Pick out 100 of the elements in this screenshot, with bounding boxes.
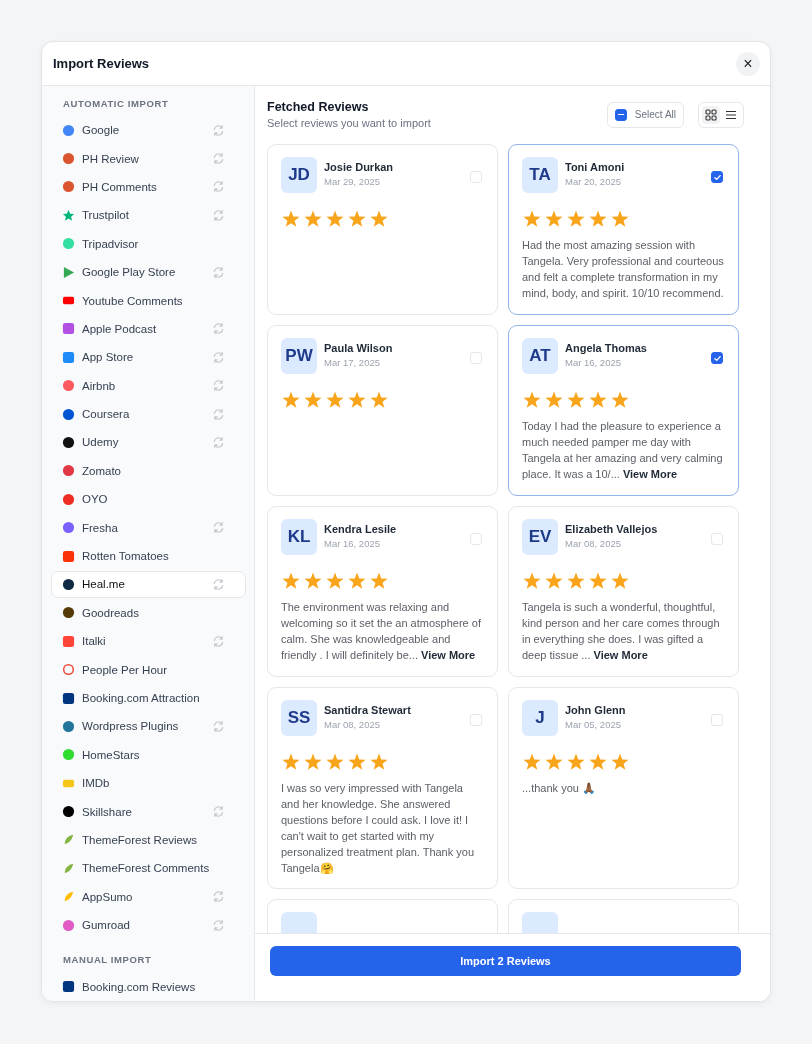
sidebar-item[interactable]: Gumroad (51, 911, 246, 939)
dot-icon (62, 748, 75, 762)
grid-view-button[interactable] (702, 105, 720, 124)
sync-icon[interactable] (212, 634, 225, 648)
sidebar-item[interactable]: Youtube Comments (51, 287, 246, 314)
star-icon (325, 390, 345, 410)
sidebar-item[interactable]: Rotten Tomatoes (51, 542, 246, 570)
close-button[interactable]: × (736, 51, 760, 76)
sync-icon[interactable] (212, 379, 225, 393)
sidebar-item[interactable]: Trustpilot (51, 202, 246, 229)
review-date: Mar 20, 2025 (565, 176, 622, 187)
sidebar-item[interactable]: Goodreads (51, 599, 246, 627)
star-icon (281, 571, 301, 591)
sync-icon[interactable] (212, 208, 225, 222)
review-card[interactable] (267, 687, 498, 889)
review-date: Mar 17, 2025 (324, 357, 381, 368)
sidebar-item[interactable]: Zomato (51, 457, 246, 485)
star-icon (325, 209, 345, 229)
sidebar-item[interactable]: AppSumo (51, 883, 246, 910)
review-text: ...thank you 🙏🏾 (522, 781, 597, 796)
sidebar-item[interactable]: Apple Podcast (51, 315, 246, 343)
sync-icon[interactable] (212, 436, 225, 449)
avatar: AT (522, 338, 558, 374)
sidebar-item[interactable]: PH Review (51, 145, 246, 172)
checkbox[interactable] (711, 171, 723, 183)
checkbox[interactable] (711, 352, 723, 364)
sync-icon[interactable] (212, 180, 225, 194)
sidebar-item[interactable]: HomeStars (51, 741, 246, 768)
sync-icon[interactable] (212, 322, 225, 336)
sidebar-item[interactable]: Heal.me (51, 571, 246, 598)
avatar: SS (281, 700, 317, 736)
star-icon (369, 390, 389, 410)
sidebar-item[interactable]: IMDb (51, 770, 246, 797)
view-more-link[interactable]: View More (421, 649, 476, 661)
reviewer-name: Josie Durkan (324, 161, 395, 173)
sync-icon[interactable] (212, 719, 225, 733)
sidebar-item[interactable]: Udemy (51, 429, 246, 456)
sidebar-item[interactable]: Wordpress Plugins (51, 713, 246, 740)
sync-icon[interactable] (212, 152, 225, 166)
sidebar-item[interactable]: OYO (51, 486, 246, 513)
sidebar-item[interactable]: PH Comments (51, 173, 246, 201)
sidebar-item[interactable]: Google Play Store (51, 258, 246, 286)
view-more-link[interactable]: View More (622, 468, 678, 480)
sidebar-item[interactable]: Italki (51, 628, 246, 655)
reviewer-name: Toni Amoni (565, 161, 626, 173)
dialog-title: Import Reviews (53, 56, 150, 71)
star-icon (303, 209, 323, 229)
review-card[interactable]: EV Elizabeth Vallejos Mar 08, 2025 Tangela is such a wonderful, thoughtful, kind person and her care comes through in everything she does. I was gifted a deep tissue ... View More (508, 506, 739, 677)
review-text: Tangela is such a wonderful, thoughtful, kind person and her care comes through in everything she does. I was gifted a deep tissue ... View More (522, 600, 721, 663)
star-icon (588, 390, 608, 410)
reviewer-name: Angela Thomas (565, 342, 648, 354)
star-icon (325, 571, 345, 591)
sync-icon[interactable] (212, 123, 225, 137)
avatar: JD (281, 157, 317, 193)
star-icon (566, 209, 586, 229)
star-icon (610, 571, 630, 591)
sync-icon[interactable] (212, 577, 225, 591)
avatar: J (522, 700, 558, 736)
sidebar-item[interactable]: Airbnb (51, 372, 246, 399)
sidebar-item[interactable]: Fresha (51, 514, 246, 541)
review-card[interactable]: AT Angela Thomas Mar 16, 2025 Today I had the pleasure to experience a much needed pamper me day with Tangela at her amazing and very calming place. It was a 10/... View More (508, 325, 739, 496)
dot-icon (62, 436, 75, 449)
avatar: KL (281, 519, 317, 555)
sidebar-item[interactable]: ThemeForest Comments (51, 855, 246, 882)
sidebar-item[interactable]: People Per Hour (51, 656, 246, 683)
checkmark-icon (712, 172, 722, 182)
star-icon (303, 752, 323, 772)
sync-icon[interactable] (212, 407, 225, 421)
sidebar-item[interactable]: App Store (51, 344, 246, 371)
sync-icon[interactable] (212, 350, 225, 364)
star-icon (369, 752, 389, 772)
select-all-button[interactable]: Select All (606, 101, 684, 128)
sidebar-item[interactable]: Booking.com Attraction (51, 684, 246, 712)
view-more-link[interactable]: View More (593, 649, 648, 661)
sidebar-item[interactable]: Google (51, 117, 246, 144)
dot-icon (62, 237, 75, 251)
checkmark-icon (712, 353, 722, 363)
star-icon (347, 209, 367, 229)
review-card[interactable]: KL Kendra Lesile Mar 16, 2025 The environment was relaxing and welcoming so it set the an atmosphere of calm. She was knowledgeable and friendly . I will definitely be... View More (267, 506, 498, 677)
review-card[interactable]: PW Paula Wilson Mar 17, 2025 (267, 325, 498, 496)
review-card[interactable]: JD Josie Durkan Mar 29, 2025 (267, 144, 498, 315)
sync-icon[interactable] (212, 918, 225, 932)
sync-icon[interactable] (212, 265, 225, 279)
review-card[interactable]: TA Toni Amoni Mar 20, 2025 Had the most amazing session with Tangela. Very professional and courteous and felt a complete transformation in my mind, body, and spirit. 10/10 recommend. (508, 144, 739, 315)
sidebar-item[interactable]: Skillshare (51, 798, 246, 825)
checkbox[interactable] (614, 108, 627, 121)
sync-icon[interactable] (212, 521, 225, 535)
star-icon (369, 209, 389, 229)
sidebar-item[interactable]: Coursera (51, 400, 246, 428)
review-card[interactable]: J John Glenn Mar 05, 2025 ...thank you 🙏🏾 (508, 687, 739, 889)
star-icon (303, 390, 323, 410)
import-button[interactable]: Import 2 Reviews (270, 946, 741, 976)
sync-icon[interactable] (212, 805, 225, 819)
star-icon (588, 571, 608, 591)
dot-icon (62, 719, 75, 733)
sidebar-item[interactable]: Booking.com Reviews (51, 973, 246, 1000)
sidebar-item[interactable]: Tripadvisor (51, 230, 246, 257)
sync-icon[interactable] (212, 890, 225, 904)
dot-icon (62, 521, 75, 535)
sidebar-item[interactable]: ThemeForest Reviews (51, 826, 246, 854)
